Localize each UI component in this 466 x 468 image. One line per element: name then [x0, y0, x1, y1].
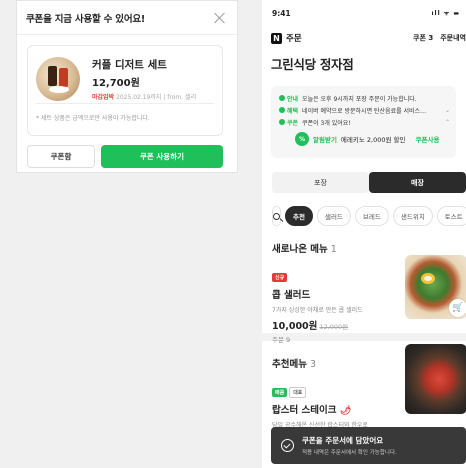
coupon-meta: 마감임박 2025.02.19까지 | from. 셀리: [92, 92, 196, 101]
info-text: 오늘은 오후 9시까지 포장 주문이 가능합니다.: [302, 95, 417, 103]
status-time: 9:41: [272, 8, 291, 18]
coupon-note: * 세트 상품은 금액으로만 사용이 가능합니다.: [36, 115, 150, 122]
info-row-coupon[interactable]: 쿠폰 쿠폰이 3개 있어요! ⌃: [279, 116, 450, 128]
section-title-text: 새로나온 메뉴: [272, 244, 328, 255]
coupon-count-link[interactable]: 쿠폰 3: [413, 33, 433, 43]
brand: N 주문: [271, 32, 302, 44]
coupon-expiry: 2025.02.19까지: [116, 93, 162, 101]
percent-icon: %: [295, 132, 309, 146]
order-history-link[interactable]: 주문내역: [440, 33, 466, 43]
search-icon: [273, 212, 280, 220]
signature-badge: 대표: [289, 387, 307, 398]
chevron-up-icon[interactable]: ⌃: [445, 119, 450, 126]
gift-icon: [279, 107, 285, 113]
info-text: 네이버 예약으로 방문하시면 탄산음료를 서비스…: [302, 107, 427, 115]
menu-item-cobb-salad[interactable]: 신규 콥 샐러드 7가지 싱싱한 야채로 만든 콥 샐러드 10,000원 12,…: [262, 255, 466, 344]
lobster-steak-image: [405, 344, 466, 414]
info-tag: 혜택: [287, 107, 299, 115]
info-icon: [279, 95, 285, 101]
dine-in-tab[interactable]: 매장: [369, 172, 466, 193]
takeout-tab[interactable]: 포장: [272, 172, 369, 193]
coupon-name: 커플 디저트 세트: [92, 58, 167, 71]
check-circle-icon: [281, 439, 294, 452]
chip-sandwich[interactable]: 샌드위치: [392, 206, 433, 226]
spicy-badge: 매콤: [272, 388, 288, 397]
section-count: 3: [309, 359, 317, 370]
coupon-offer: % 알림받기 에레키노 2,000원 할인 쿠폰사용: [279, 132, 450, 146]
toast-subtitle: 적용 내역은 주문서에서 확인 가능합니다.: [302, 450, 397, 456]
modal-title: 쿠폰을 지금 사용할 수 있어요!: [26, 13, 146, 25]
add-to-cart-icon[interactable]: 🛒: [449, 299, 466, 317]
coupon-from: from. 셀리: [167, 93, 197, 101]
item-order-count: 주문 9: [272, 336, 291, 344]
dessert-set-thumbnail: [36, 56, 80, 101]
price-current: 10,000원: [272, 321, 318, 332]
new-menu-section-title: 새로나온 메뉴 1: [262, 226, 466, 255]
use-coupon-button[interactable]: 쿠폰 사용하기: [101, 145, 223, 168]
chevron-down-icon[interactable]: ⌄: [445, 107, 450, 114]
signal-battery-icon: ıll ᯤ ▬: [431, 10, 460, 17]
cobb-salad-image: 🛒: [405, 255, 466, 319]
section-count: 1: [330, 244, 337, 255]
naver-logo-icon: N: [271, 32, 282, 44]
section-title-text: 추천메뉴: [272, 359, 307, 370]
deadline-badge: 마감임박: [92, 93, 115, 101]
info-tag: 안내: [287, 95, 299, 103]
status-bar: 9:41 ıll ᯤ ▬: [262, 0, 466, 26]
price-original: 12,000원: [319, 323, 349, 331]
info-box: 안내 오늘은 오후 9시까지 포장 주문이 가능합니다. 혜택 네이버 예약으로…: [271, 86, 456, 158]
coupon-offer-text: 에레키노 2,000원 할인: [340, 136, 406, 144]
modal-header: 쿠폰을 지금 사용할 수 있어요!: [17, 1, 237, 35]
chip-salad[interactable]: 샐러드: [316, 206, 351, 226]
new-badge: 신규: [272, 273, 288, 282]
coupon-highlight: 알림받기: [313, 136, 337, 144]
item-name-text: 랍스터 스테이크: [272, 405, 337, 416]
toast-notification: 쿠폰을 주문서에 담았어요 적용 내역은 주문서에서 확인 가능합니다.: [271, 427, 466, 464]
coupon-icon: [279, 119, 285, 125]
toast-title: 쿠폰을 주문서에 담았어요: [302, 436, 384, 445]
close-icon[interactable]: [213, 11, 227, 25]
coupon-modal: 쿠폰을 지금 사용할 수 있어요! 커플 디저트 세트 12,700원 마감임박…: [16, 0, 238, 173]
top-bar: N 주문 쿠폰 3 주문내역: [262, 26, 466, 50]
category-chips: 추천 샐러드 브레드 샌드위치 토스트: [272, 206, 466, 226]
coupon-box-button[interactable]: 쿠폰함: [27, 145, 95, 168]
coupon-price: 12,700원: [92, 77, 140, 89]
info-row-notice[interactable]: 안내 오늘은 오후 9시까지 포장 주문이 가능합니다.: [279, 92, 450, 104]
order-type-toggle: 포장 매장: [272, 172, 466, 193]
chip-bread[interactable]: 브레드: [354, 206, 389, 226]
info-row-benefit[interactable]: 혜택 네이버 예약으로 방문하시면 탄산음료를 서비스… ⌄: [279, 104, 450, 116]
use-coupon-link[interactable]: 쿠폰사용: [416, 134, 440, 144]
item-price: 10,000원 12,000원: [272, 318, 466, 332]
info-text: 쿠폰이 3개 있어요!: [302, 119, 351, 127]
search-button[interactable]: [272, 206, 281, 226]
store-name: 그린식당 정자점: [271, 57, 354, 72]
brand-label: 주문: [286, 34, 302, 44]
chip-recommended[interactable]: 추천: [285, 206, 313, 226]
order-screen: 9:41 ıll ᯤ ▬ N 주문 쿠폰 3 주문내역 그린식당 정자점 안내 …: [262, 0, 466, 468]
info-tag: 쿠폰: [287, 119, 299, 127]
coupon-card[interactable]: 커플 디저트 세트 12,700원 마감임박 2025.02.19까지 | fr…: [27, 45, 223, 136]
chili-icon: 🌶: [339, 406, 352, 416]
chip-toast[interactable]: 토스트: [436, 206, 466, 226]
